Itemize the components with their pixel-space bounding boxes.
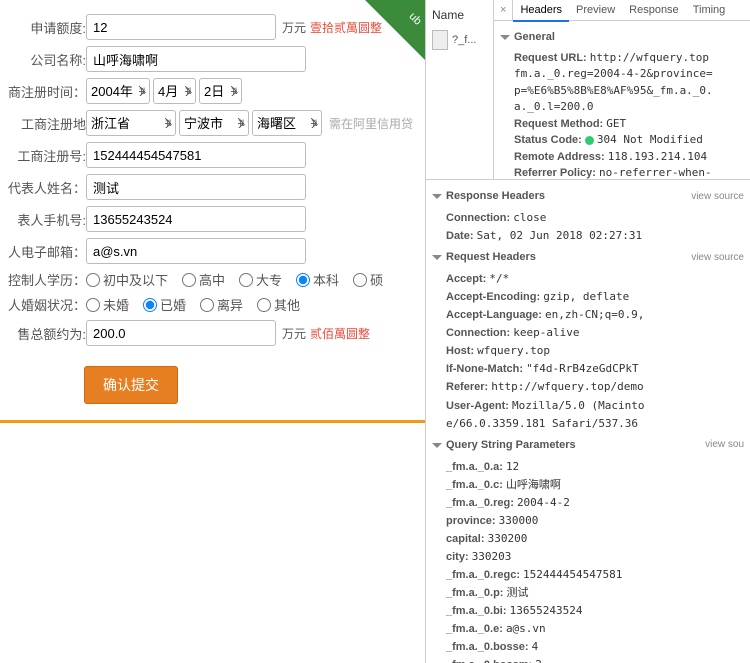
city-select[interactable]: 宁波市 bbox=[179, 110, 249, 136]
radio-edu-0[interactable]: 初中及以下 bbox=[86, 270, 168, 289]
network-name-col: Name ?_f... bbox=[426, 0, 494, 179]
label-phone: 表人手机号: bbox=[8, 210, 86, 229]
reg-no-input[interactable] bbox=[86, 142, 306, 168]
label-reg-time: 商注册时间： bbox=[8, 82, 86, 101]
label-company: 公司名称: bbox=[8, 50, 86, 69]
tab-response[interactable]: Response bbox=[622, 0, 686, 20]
company-input[interactable] bbox=[86, 46, 306, 72]
corner-ribbon: ub bbox=[365, 0, 425, 60]
district-select[interactable]: 海曙区 bbox=[252, 110, 322, 136]
view-source-link[interactable]: view sou bbox=[705, 437, 744, 453]
name-header: Name bbox=[430, 4, 489, 26]
month-select[interactable]: 4月 bbox=[153, 78, 196, 104]
chevron-down-icon[interactable] bbox=[432, 255, 442, 260]
label-rep: 代表人姓名： bbox=[8, 178, 86, 197]
label-email: 人电子邮箱： bbox=[8, 242, 86, 261]
marry-radios: 未婚已婚离异其他 bbox=[86, 295, 300, 314]
year-select[interactable]: 2004年 bbox=[86, 78, 150, 104]
view-source-link[interactable]: view source bbox=[691, 189, 744, 205]
request-item[interactable]: ?_f... bbox=[430, 26, 489, 54]
province-select[interactable]: 浙江省 bbox=[86, 110, 176, 136]
radio-edu-2[interactable]: 大专 bbox=[239, 270, 282, 289]
label-marry: 人婚姻状况： bbox=[8, 295, 86, 314]
label-edu: 控制人学历： bbox=[8, 270, 86, 289]
radio-marry-0[interactable]: 未婚 bbox=[86, 295, 129, 314]
radio-edu-4[interactable]: 硕 bbox=[353, 270, 383, 289]
email-input[interactable] bbox=[86, 238, 306, 264]
submit-button[interactable]: 确认提交 bbox=[84, 366, 178, 404]
radio-edu-3[interactable]: 本科 bbox=[296, 270, 339, 289]
chevron-down-icon[interactable] bbox=[500, 35, 510, 40]
label-sales: 售总额约为: bbox=[8, 324, 86, 343]
addr-note: 需在阿里信用贷 bbox=[329, 115, 413, 132]
chevron-down-icon[interactable] bbox=[432, 443, 442, 448]
sales-cny: 贰佰萬圆整 bbox=[310, 325, 370, 342]
form-panel: ub 申请额度: 万元 壹拾贰萬圆整 公司名称: 商注册时间： 2004年 4月… bbox=[0, 0, 425, 663]
tab-preview[interactable]: Preview bbox=[569, 0, 622, 20]
sales-input[interactable] bbox=[86, 320, 276, 346]
chevron-down-icon[interactable] bbox=[432, 194, 442, 199]
phone-input[interactable] bbox=[86, 206, 306, 232]
day-select[interactable]: 2日 bbox=[199, 78, 242, 104]
edu-radios: 初中及以下高中大专本科硕 bbox=[86, 270, 383, 289]
tab-bar: × HeadersPreviewResponseTiming bbox=[494, 0, 750, 21]
rep-input[interactable] bbox=[86, 174, 306, 200]
label-reg-addr: 工商注册地 bbox=[8, 114, 86, 133]
radio-marry-1[interactable]: 已婚 bbox=[143, 295, 186, 314]
view-source-link[interactable]: view source bbox=[691, 250, 744, 266]
divider bbox=[0, 420, 425, 423]
amount-input[interactable] bbox=[86, 14, 276, 40]
devtools-panel: Name ?_f... × HeadersPreviewResponseTimi… bbox=[425, 0, 750, 663]
label-reg-no: 工商注册号: bbox=[8, 146, 86, 165]
close-icon[interactable]: × bbox=[494, 0, 513, 20]
tab-headers[interactable]: Headers bbox=[513, 0, 569, 22]
doc-icon bbox=[432, 30, 448, 50]
radio-edu-1[interactable]: 高中 bbox=[182, 270, 225, 289]
tab-timing[interactable]: Timing bbox=[686, 0, 733, 20]
status-dot-icon bbox=[585, 136, 594, 145]
headers-pane: General Request URL: http://wfquery.top … bbox=[494, 21, 750, 179]
request-item-label: ?_f... bbox=[452, 34, 476, 46]
unit-wan: 万元 bbox=[282, 19, 306, 36]
section-general: General bbox=[514, 29, 555, 46]
label-amount: 申请额度: bbox=[8, 18, 86, 37]
sales-unit: 万元 bbox=[282, 325, 306, 342]
radio-marry-3[interactable]: 其他 bbox=[257, 295, 300, 314]
radio-marry-2[interactable]: 离异 bbox=[200, 295, 243, 314]
